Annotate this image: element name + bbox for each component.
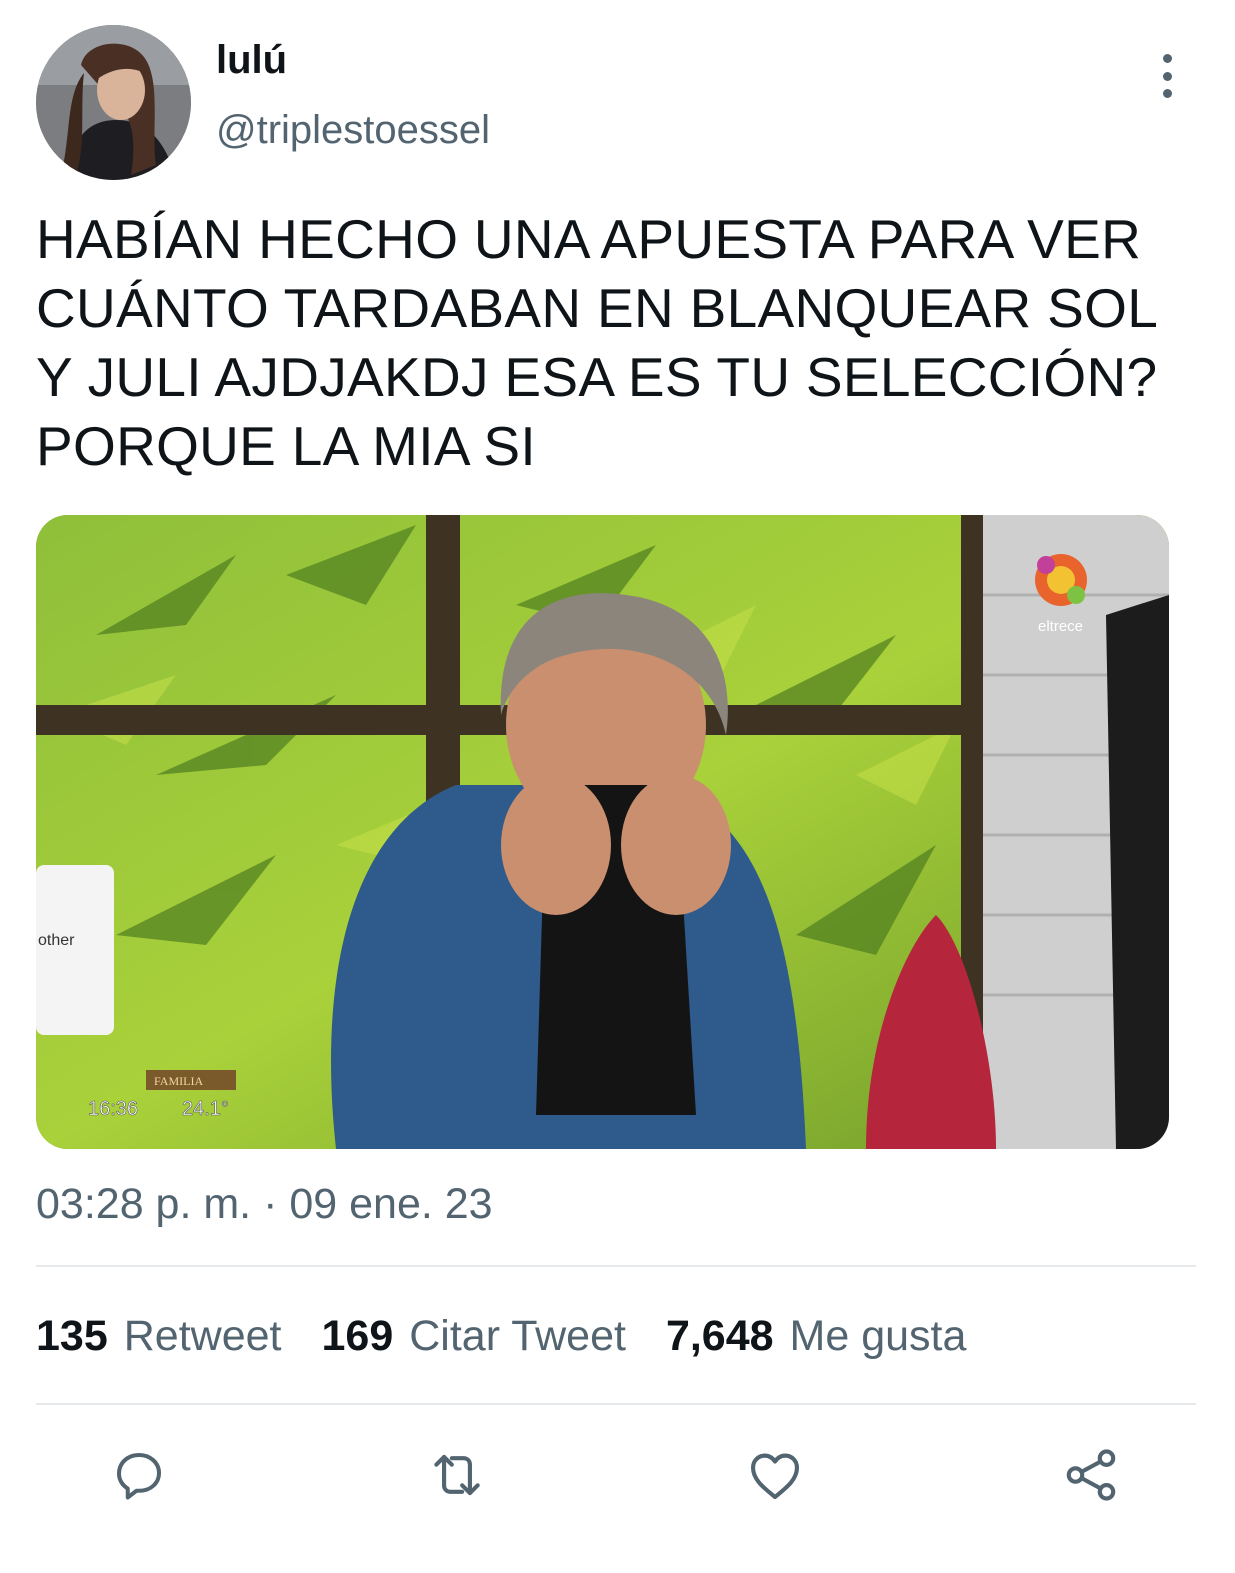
retweet-count-label: Retweet — [123, 1312, 282, 1360]
tweet-timestamp[interactable]: 03:28 p. m. · 09 ene. 23 — [36, 1180, 493, 1229]
tweet-text: HABÍAN HECHO UNA APUESTA PARA VER CUÁNTO… — [36, 205, 1196, 481]
quote-count-label: Citar Tweet — [409, 1312, 626, 1360]
channel-logo-text: eltrece — [1038, 618, 1083, 635]
quote-count[interactable]: 169 Citar Tweet — [322, 1312, 626, 1361]
avatar-photo — [36, 25, 191, 180]
like-count-value: 7,648 — [665, 1312, 774, 1360]
avatar[interactable] — [36, 25, 191, 180]
channel-logo: eltrece — [1035, 554, 1087, 635]
divider — [36, 1403, 1196, 1405]
tweet-text-line: PORQUE LA MIA SI — [36, 415, 536, 477]
reply-icon[interactable] — [104, 1440, 174, 1510]
tweet-actions — [0, 1440, 1235, 1510]
retweet-icon[interactable] — [422, 1440, 492, 1510]
share-icon[interactable] — [1056, 1440, 1126, 1510]
heart-icon[interactable] — [740, 1440, 810, 1510]
tweet-text-line: CUÁNTO TARDABAN EN BLANQUEAR SOL — [36, 277, 1159, 339]
tweet-stats: 135 Retweet 169 Citar Tweet 7,648 Me gus… — [36, 1312, 1006, 1361]
retweet-count-value: 135 — [36, 1312, 108, 1360]
retweet-count[interactable]: 135 Retweet — [36, 1312, 282, 1361]
tv-still-image: eltrece other FAMILIA 16:36 24.1° — [36, 515, 1169, 1149]
like-count[interactable]: 7,648 Me gusta — [666, 1312, 966, 1361]
tweet-text-line: HABÍAN HECHO UNA APUESTA PARA VER — [36, 208, 1142, 270]
machine-brand: other — [38, 932, 75, 949]
more-vertical-icon[interactable] — [1150, 54, 1184, 98]
tweet-media-image[interactable]: eltrece other FAMILIA 16:36 24.1° — [36, 515, 1169, 1149]
tweet-text-line: Y JULI AJDJAKDJ ESA ES TU SELECCIÓN? — [36, 346, 1158, 408]
tv-temperature: 24.1° — [182, 1098, 229, 1120]
divider — [36, 1265, 1196, 1267]
show-sign: FAMILIA — [154, 1074, 203, 1088]
tv-clock: 16:36 — [88, 1098, 138, 1120]
user-handle[interactable]: @triplestoessel — [216, 108, 490, 153]
like-count-label: Me gusta — [789, 1312, 967, 1360]
quote-count-value: 169 — [321, 1312, 394, 1360]
display-name[interactable]: lulú — [216, 38, 287, 83]
